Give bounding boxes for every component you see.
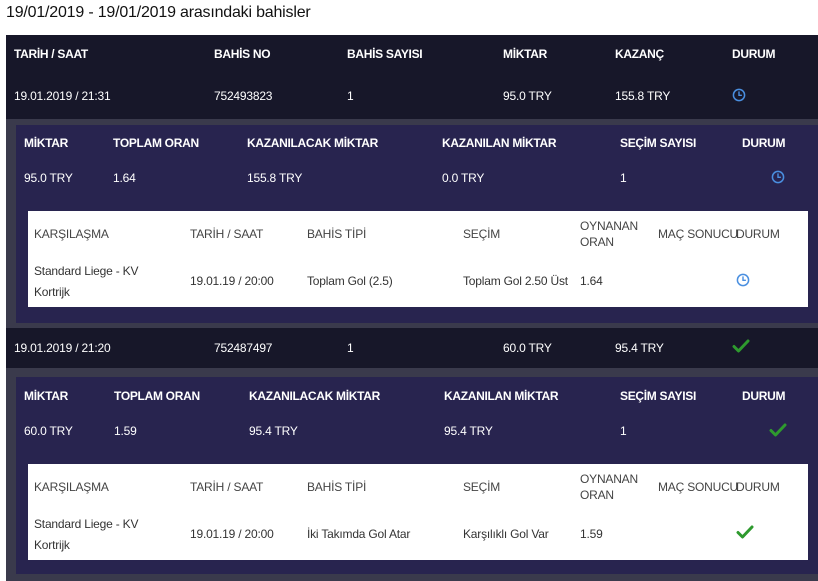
detail-amount-header: MİKTAR <box>24 389 68 403</box>
detail-total-odds: 1.64 <box>113 171 136 185</box>
detail-status-header: DURUM <box>742 389 786 403</box>
bet-date: 19.01.2019 / 21:31 <box>14 89 111 103</box>
bet-number: 752493823 <box>214 89 273 103</box>
match-datetime: 19.01.19 / 20:00 <box>190 527 274 541</box>
page-title: 19/01/2019 - 19/01/2019 arasındaki bahis… <box>6 4 311 21</box>
bet-date: 19.01.2019 / 21:20 <box>14 341 111 355</box>
bet-type-header: BAHİS TİPİ <box>307 227 367 241</box>
col-amount-header: MİKTAR <box>503 47 547 61</box>
detail-won-header: KAZANILAN MİKTAR <box>444 389 559 403</box>
bet-detail: MİKTAR TOPLAM ORAN KAZANILACAK MİKTAR KA… <box>16 377 818 574</box>
match-datetime-header: TARİH / SAAT <box>190 227 264 241</box>
match-datetime-header: TARİH / SAAT <box>190 480 264 494</box>
bet-amount: 95.0 TRY <box>503 89 552 103</box>
bet-count: 1 <box>347 341 354 355</box>
detail-amount-header: MİKTAR <box>24 136 68 150</box>
match-teams: Standard Liege - KV <box>34 517 139 531</box>
match-datetime: 19.01.19 / 20:00 <box>190 274 274 288</box>
detail-status-header: DURUM <box>742 136 786 150</box>
odds-header: OYNANAN ORAN <box>580 472 638 502</box>
selection-header: SEÇİM <box>463 227 501 241</box>
detail-odds-header: TOPLAM ORAN <box>114 389 200 403</box>
detail-total-odds: 1.59 <box>114 424 137 438</box>
check-icon <box>732 339 750 353</box>
match-status-header: DURUM <box>736 480 780 494</box>
match-bet-type: Toplam Gol (2.5) <box>307 274 393 288</box>
bets-table-header: TARİH / SAAT BAHİS NO BAHİS SAYISI MİKTA… <box>6 35 818 119</box>
match-bet-type: İki Takımda Gol Atar <box>307 527 411 541</box>
match-teams-line2: Kortrijk <box>34 285 70 299</box>
detail-selections: 1 <box>620 171 627 185</box>
detail-won: 95.4 TRY <box>444 424 493 438</box>
detail-won: 0.0 TRY <box>442 171 485 185</box>
bet-type-header: BAHİS TİPİ <box>307 480 367 494</box>
match-teams: Standard Liege - KV <box>34 264 139 278</box>
check-icon <box>769 423 787 437</box>
clock-icon <box>771 170 785 184</box>
bets-table: TARİH / SAAT BAHİS NO BAHİS SAYISI MİKTA… <box>6 35 818 581</box>
bet-amount: 60.0 TRY <box>503 341 552 355</box>
col-status-header: DURUM <box>732 47 776 61</box>
detail-odds-header: TOPLAM ORAN <box>113 136 199 150</box>
col-betno-header: BAHİS NO <box>214 47 271 61</box>
match-header: KARŞILAŞMA <box>34 480 109 494</box>
col-count-header: BAHİS SAYISI <box>347 47 423 61</box>
bet-detail-summary: MİKTAR TOPLAM ORAN KAZANILACAK MİKTAR KA… <box>16 377 818 449</box>
odds-header: OYNANAN ORAN <box>580 219 638 249</box>
bet-number: 752487497 <box>214 341 273 355</box>
bet-detail: MİKTAR TOPLAM ORAN KAZANILACAK MİKTAR KA… <box>16 125 818 323</box>
match-odds: 1.59 <box>580 527 603 541</box>
detail-potential: 155.8 TRY <box>247 171 303 185</box>
match-table: KARŞILAŞMA TARİH / SAAT BAHİS TİPİ SEÇİM… <box>28 211 808 307</box>
match-teams-line2: Kortrijk <box>34 538 70 552</box>
match-table: KARŞILAŞMA TARİH / SAAT BAHİS TİPİ SEÇİM… <box>28 464 808 560</box>
match-header: KARŞILAŞMA <box>34 227 109 241</box>
check-icon <box>736 525 754 539</box>
selection-header: SEÇİM <box>463 480 501 494</box>
detail-amount: 95.0 TRY <box>24 171 73 185</box>
bet-row[interactable]: 19.01.2019 / 21:20 752487497 1 60.0 TRY … <box>6 328 818 368</box>
bet-win: 95.4 TRY <box>615 341 664 355</box>
detail-selections-header: SEÇİM SAYISI <box>620 136 696 150</box>
bet-win: 155.8 TRY <box>615 89 671 103</box>
match-odds: 1.64 <box>580 274 603 288</box>
detail-amount: 60.0 TRY <box>24 424 73 438</box>
match-status-header: DURUM <box>736 227 780 241</box>
detail-potential: 95.4 TRY <box>249 424 298 438</box>
col-date-header: TARİH / SAAT <box>14 47 88 61</box>
col-win-header: KAZANÇ <box>615 47 664 61</box>
clock-icon <box>732 88 746 102</box>
detail-selections-header: SEÇİM SAYISI <box>620 389 696 403</box>
detail-potential-header: KAZANILACAK MİKTAR <box>247 136 379 150</box>
result-header: MAÇ SONUCU <box>658 480 739 494</box>
clock-icon <box>736 273 750 287</box>
bet-detail-summary: MİKTAR TOPLAM ORAN KAZANILACAK MİKTAR KA… <box>16 125 818 197</box>
match-selection: Toplam Gol 2.50 Üst <box>463 274 568 288</box>
result-header: MAÇ SONUCU <box>658 227 739 241</box>
detail-won-header: KAZANILAN MİKTAR <box>442 136 557 150</box>
detail-selections: 1 <box>620 424 627 438</box>
bet-count: 1 <box>347 89 354 103</box>
match-selection: Karşılıklı Gol Var <box>463 527 549 541</box>
detail-potential-header: KAZANILACAK MİKTAR <box>249 389 381 403</box>
